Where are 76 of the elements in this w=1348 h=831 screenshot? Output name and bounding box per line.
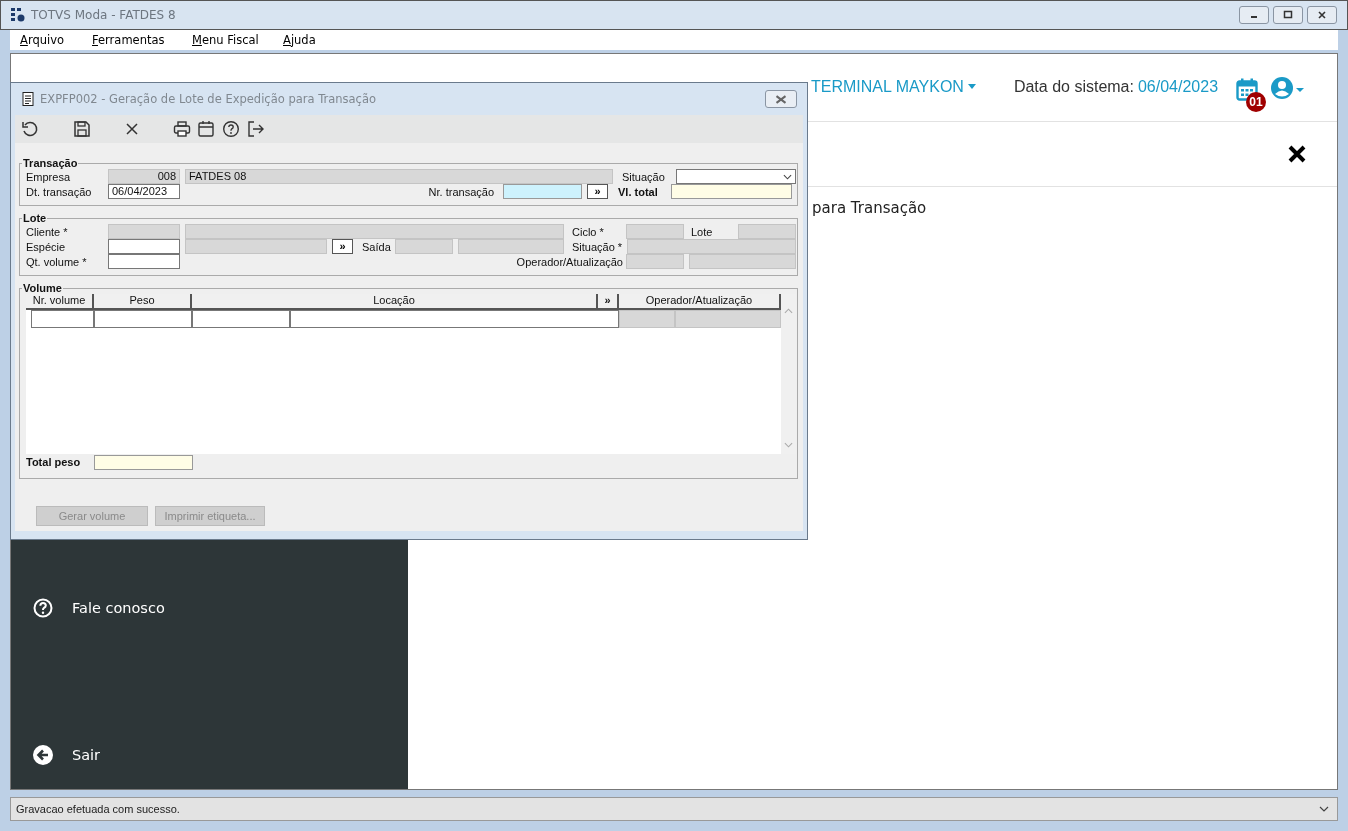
column-header[interactable]: Peso	[94, 294, 192, 308]
lookup-button[interactable]: »	[587, 184, 608, 199]
total-value-field[interactable]	[671, 184, 792, 199]
document-icon	[22, 92, 34, 106]
exit-icon[interactable]	[247, 120, 265, 138]
system-date-label: Data do sistema:	[1013, 77, 1134, 96]
close-icon	[1317, 10, 1327, 20]
field-label: Saída	[362, 240, 392, 253]
undo-icon[interactable]	[21, 120, 39, 138]
calendar-icon[interactable]	[197, 120, 215, 138]
maximize-icon	[1283, 10, 1293, 20]
lookup-button[interactable]: »	[332, 239, 353, 254]
transaction-number-field[interactable]	[503, 184, 582, 199]
volume-quantity-field[interactable]	[108, 254, 180, 269]
field-label: Cliente *	[26, 225, 69, 238]
close-icon	[775, 94, 787, 104]
close-icon[interactable]	[1287, 144, 1307, 164]
table-cell[interactable]	[94, 310, 192, 328]
group-title: Transação	[22, 158, 79, 169]
status-message: Gravacao efetuada com sucesso.	[16, 803, 180, 815]
sidebar-item[interactable]: Fale conosco	[72, 600, 165, 616]
company-code-field: 008	[108, 169, 180, 184]
app-icon	[11, 8, 25, 22]
field-label: Lote	[691, 225, 714, 238]
chevron-down-icon[interactable]	[1319, 806, 1329, 812]
page-heading: para Transação	[812, 199, 927, 217]
close-button[interactable]	[765, 90, 797, 108]
table-cell[interactable]	[290, 310, 619, 328]
field-label: Situação	[622, 170, 666, 183]
close-button[interactable]	[1307, 6, 1337, 24]
field-label: Qt. volume *	[26, 255, 88, 268]
system-date: 06/04/2023	[1137, 77, 1219, 96]
field-label: Total peso	[26, 456, 82, 468]
help-icon	[33, 598, 53, 618]
batch-field	[738, 224, 796, 239]
menu-item[interactable]: Ferramentas	[92, 33, 165, 47]
field-label: Ciclo *	[572, 225, 605, 238]
field-label: Operador/Atualização	[515, 255, 623, 268]
field-label: Situação *	[572, 240, 624, 253]
table-cell[interactable]	[31, 310, 94, 328]
date-field[interactable]: 06/04/2023	[108, 184, 180, 199]
client-code-field	[108, 224, 180, 239]
maximize-button[interactable]	[1273, 6, 1303, 24]
company-name-field: FATDES 08	[185, 169, 613, 184]
operator-field	[626, 254, 684, 269]
group-title: Lote	[22, 213, 48, 224]
field-label: Nr. transação	[427, 185, 494, 198]
minimize-button[interactable]	[1239, 6, 1269, 24]
save-icon[interactable]	[73, 120, 91, 138]
chevron-down-icon	[783, 173, 792, 180]
menu-item[interactable]: Arquivo	[20, 33, 65, 47]
help-icon[interactable]	[222, 120, 240, 138]
species-field[interactable]	[108, 239, 180, 254]
menu-item[interactable]: Ajuda	[283, 33, 316, 47]
total-weight-field[interactable]	[94, 454, 193, 470]
caret-icon	[967, 84, 976, 89]
field-label: Espécie	[26, 240, 67, 253]
user-menu-icon[interactable]	[1270, 75, 1305, 100]
status-dropdown[interactable]	[676, 169, 796, 184]
dialog-title: EXPFP002 - Geração de Lote de Expedição para Transação	[40, 92, 377, 106]
table-cell[interactable]	[192, 310, 290, 328]
column-header[interactable]: Locação	[192, 294, 598, 308]
sidebar-item[interactable]: Sair	[72, 747, 101, 763]
group-title: Volume	[22, 283, 63, 294]
field-label: Empresa	[26, 170, 72, 183]
cycle-field	[626, 224, 684, 239]
window-title: TOTVS Moda - FATDES 8	[31, 8, 176, 22]
field-label: Dt. transação	[26, 185, 93, 198]
table-cell	[619, 310, 675, 328]
column-header[interactable]: »	[598, 294, 619, 308]
notification-badge: 01	[1246, 91, 1267, 112]
print-icon[interactable]	[173, 120, 191, 138]
exit-code-field	[395, 239, 453, 254]
menu-item[interactable]: Menu Fiscal	[192, 33, 259, 47]
column-header[interactable]: Nr. volume	[26, 294, 94, 308]
field-label: Vl. total	[618, 185, 659, 198]
